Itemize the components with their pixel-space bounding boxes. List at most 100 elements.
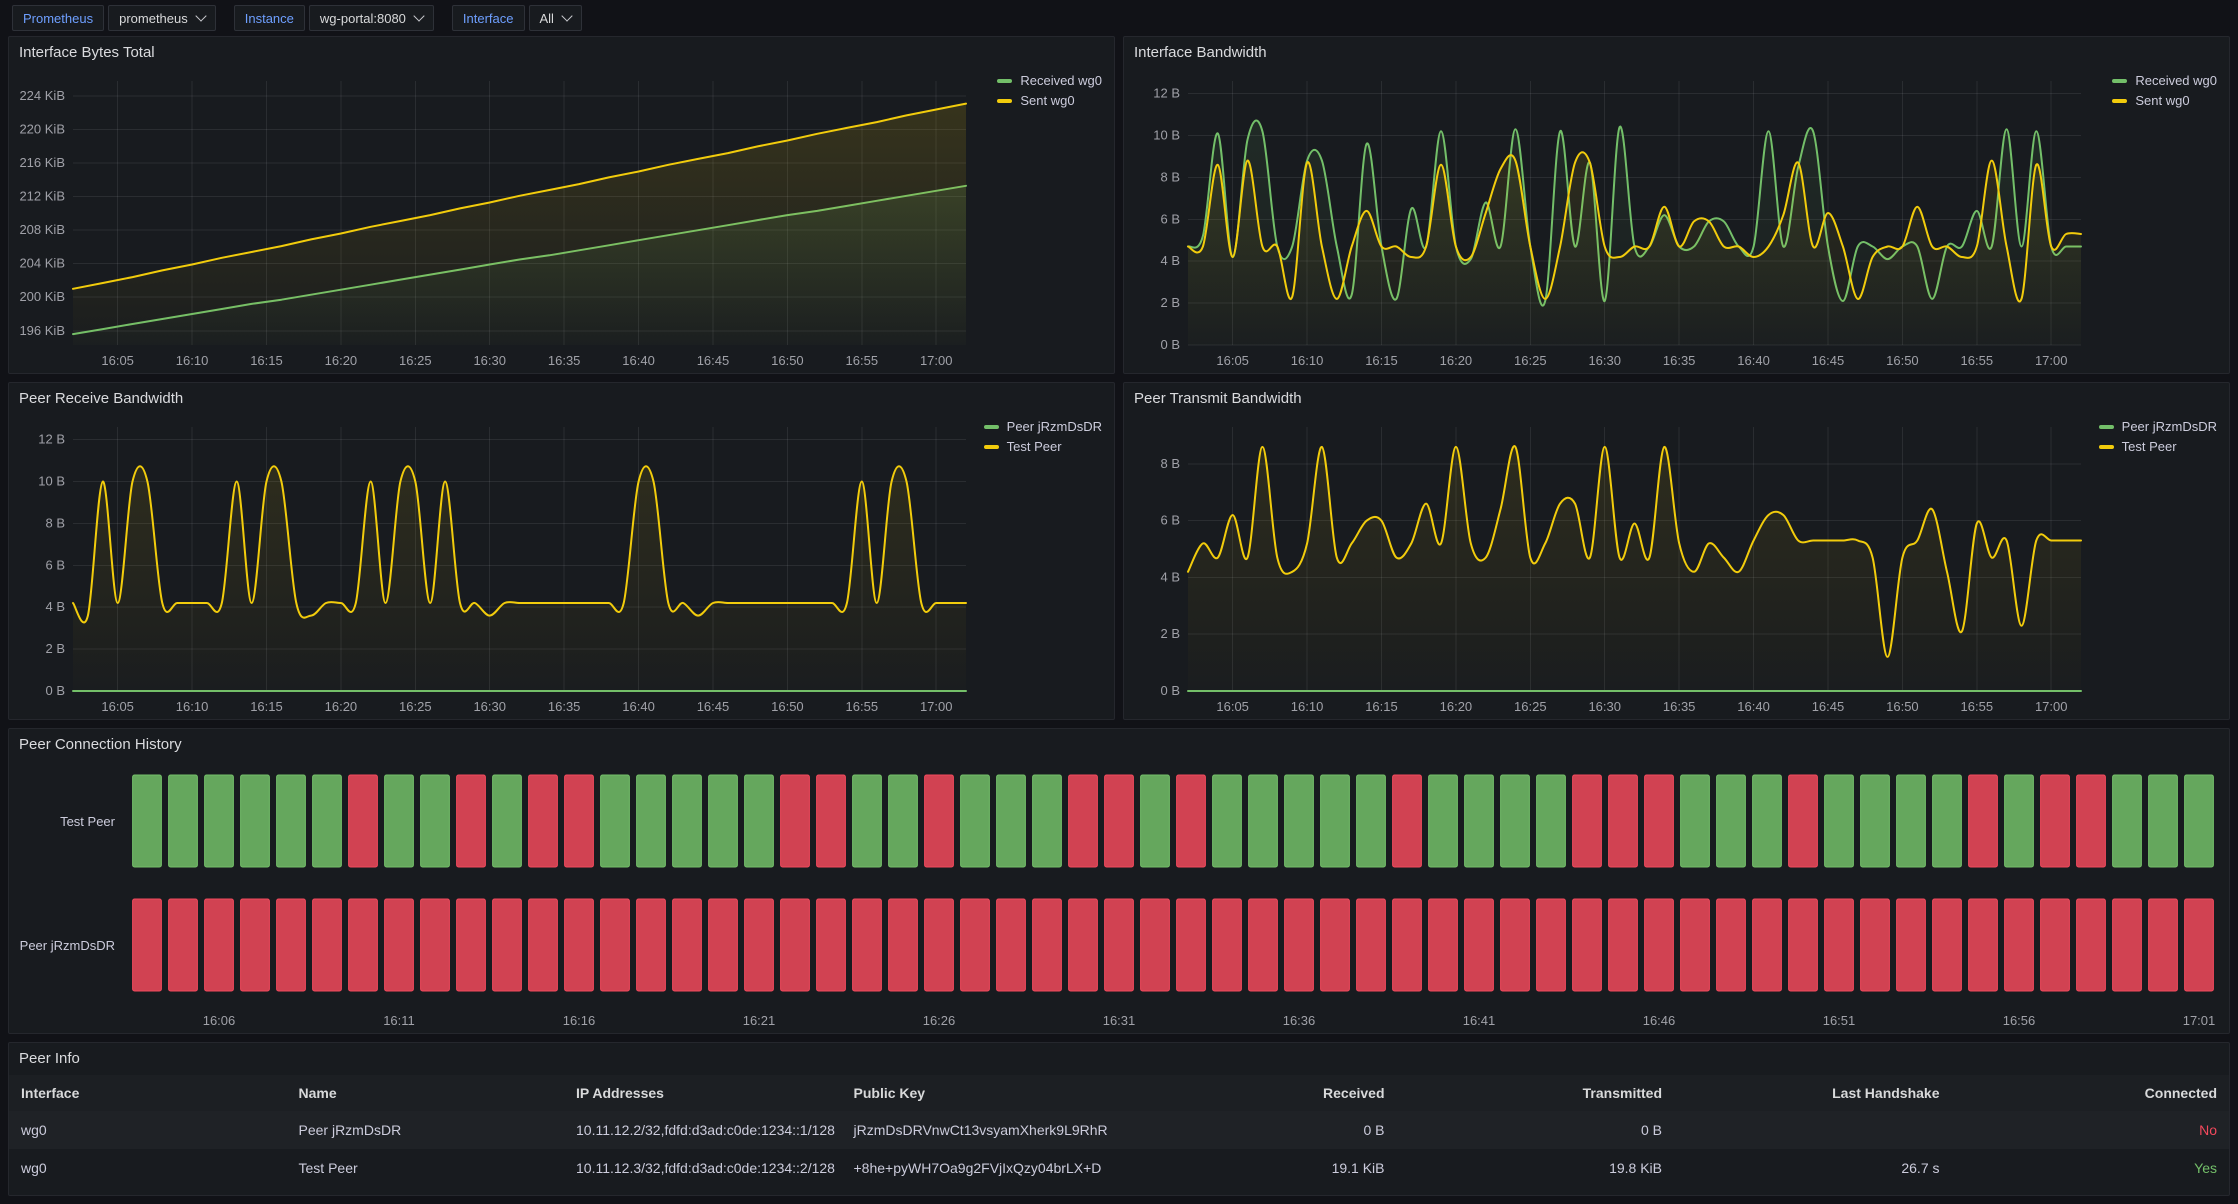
panel-row-1: Interface Bytes Total 196 KiB200 KiB204 … — [8, 36, 2230, 374]
svg-text:16:15: 16:15 — [250, 353, 283, 368]
legend-item[interactable]: Sent wg0 — [2112, 93, 2217, 108]
legend-item[interactable]: Received wg0 — [2112, 73, 2217, 88]
svg-text:16:10: 16:10 — [1291, 353, 1324, 368]
cell-public-key: jRzmDsDRVnwCt13vsyamXherk9L9RhR — [842, 1111, 1120, 1149]
svg-text:16:20: 16:20 — [325, 699, 358, 714]
panel-title[interactable]: Interface Bandwidth — [1124, 37, 2229, 67]
legend-item[interactable]: Sent wg0 — [997, 93, 1102, 108]
cell-connected: Yes — [1952, 1149, 2230, 1187]
svg-text:16:40: 16:40 — [622, 353, 655, 368]
svg-text:2 B: 2 B — [1160, 295, 1180, 310]
svg-text:6 B: 6 B — [1160, 513, 1180, 528]
legend-series-marker — [984, 425, 999, 429]
panel-title[interactable]: Interface Bytes Total — [9, 37, 1114, 67]
svg-text:6 B: 6 B — [1160, 211, 1180, 226]
cell-public-key: +8he+pyWH7Oa9g2FVjIxQzy04brLX+D — [842, 1149, 1120, 1187]
legend-item[interactable]: Received wg0 — [997, 73, 1102, 88]
column-header-interface[interactable]: Interface — [9, 1075, 287, 1111]
svg-text:16:45: 16:45 — [1812, 353, 1845, 368]
column-header-last-handshake[interactable]: Last Handshake — [1674, 1075, 1952, 1111]
svg-text:204 KiB: 204 KiB — [19, 256, 65, 271]
svg-text:Test Peer: Test Peer — [60, 814, 116, 829]
variable-value-instance[interactable]: wg-portal:8080 — [309, 5, 434, 31]
svg-text:17:00: 17:00 — [920, 353, 953, 368]
svg-text:16:35: 16:35 — [1663, 699, 1696, 714]
svg-text:16:50: 16:50 — [1886, 353, 1919, 368]
chart-legend: Received wg0 Sent wg0 — [2112, 73, 2217, 108]
legend-series-marker — [984, 445, 999, 449]
column-header-transmitted[interactable]: Transmitted — [1397, 1075, 1675, 1111]
svg-text:16:05: 16:05 — [101, 699, 134, 714]
svg-text:16:50: 16:50 — [771, 353, 804, 368]
column-header-name[interactable]: Name — [287, 1075, 565, 1111]
panel-peer-info: Peer Info InterfaceNameIP AddressesPubli… — [8, 1042, 2230, 1196]
legend-series-label: Received wg0 — [1020, 73, 1102, 88]
chart-legend: Peer jRzmDsDR Test Peer — [984, 419, 1102, 454]
chevron-down-icon — [561, 10, 572, 21]
svg-text:16:15: 16:15 — [1365, 353, 1398, 368]
svg-text:220 KiB: 220 KiB — [19, 122, 65, 137]
svg-text:16:15: 16:15 — [1365, 699, 1398, 714]
legend-series-label: Sent wg0 — [1020, 93, 1074, 108]
panel-title[interactable]: Peer Transmit Bandwidth — [1124, 383, 2229, 413]
svg-text:10 B: 10 B — [1153, 127, 1180, 142]
svg-text:16:20: 16:20 — [1440, 699, 1473, 714]
variable-value-interface[interactable]: All — [529, 5, 582, 31]
legend-series-label: Sent wg0 — [2135, 93, 2189, 108]
table-row: wg0Test Peer10.11.12.3/32,fdfd:d3ad:c0de… — [9, 1149, 2229, 1187]
peer-info-table: InterfaceNameIP AddressesPublic KeyRecei… — [9, 1075, 2229, 1187]
svg-text:16:20: 16:20 — [1440, 353, 1473, 368]
panel-title[interactable]: Peer Receive Bandwidth — [9, 383, 1114, 413]
svg-text:16:26: 16:26 — [923, 1013, 956, 1028]
peer-receive-bandwidth-chart[interactable]: 0 B2 B4 B6 B8 B10 B12 B16:0516:1016:1516… — [9, 413, 1114, 719]
svg-text:16:35: 16:35 — [1663, 353, 1696, 368]
legend-item[interactable]: Peer jRzmDsDR — [984, 419, 1102, 434]
interface-bytes-total-chart[interactable]: 196 KiB200 KiB204 KiB208 KiB212 KiB216 K… — [9, 67, 1114, 373]
variable-label-instance: Instance — [234, 5, 305, 31]
column-header-connected[interactable]: Connected — [1952, 1075, 2230, 1111]
legend-item[interactable]: Test Peer — [2099, 439, 2217, 454]
legend-series-marker — [997, 99, 1012, 103]
variable-instance: Instance wg-portal:8080 — [234, 5, 434, 31]
svg-text:0 B: 0 B — [45, 683, 65, 698]
variable-value-prometheus[interactable]: prometheus — [108, 5, 216, 31]
interface-bandwidth-chart[interactable]: 0 B2 B4 B6 B8 B10 B12 B16:0516:1016:1516… — [1124, 67, 2229, 373]
svg-text:224 KiB: 224 KiB — [19, 88, 65, 103]
peer-connection-history-timeline[interactable]: Test PeerPeer jRzmDsDR16:0616:1116:1616:… — [9, 759, 2229, 1033]
svg-text:16:50: 16:50 — [771, 699, 804, 714]
legend-series-marker — [2099, 445, 2114, 449]
svg-text:16:41: 16:41 — [1463, 1013, 1496, 1028]
legend-item[interactable]: Peer jRzmDsDR — [2099, 419, 2217, 434]
svg-text:16:55: 16:55 — [1961, 353, 1994, 368]
svg-text:16:55: 16:55 — [846, 353, 879, 368]
panel-title[interactable]: Peer Connection History — [9, 729, 2229, 759]
svg-text:12 B: 12 B — [1153, 86, 1180, 101]
svg-text:16:30: 16:30 — [1588, 699, 1621, 714]
svg-text:196 KiB: 196 KiB — [19, 323, 65, 338]
column-header-public-key[interactable]: Public Key — [842, 1075, 1120, 1111]
svg-text:16:20: 16:20 — [325, 353, 358, 368]
svg-text:16:56: 16:56 — [2003, 1013, 2036, 1028]
legend-series-label: Test Peer — [1007, 439, 1062, 454]
table-header-row: InterfaceNameIP AddressesPublic KeyRecei… — [9, 1075, 2229, 1111]
svg-text:8 B: 8 B — [45, 515, 65, 530]
svg-text:16:05: 16:05 — [1216, 353, 1249, 368]
svg-text:17:01: 17:01 — [2183, 1013, 2216, 1028]
legend-series-label: Received wg0 — [2135, 73, 2217, 88]
svg-text:16:16: 16:16 — [563, 1013, 596, 1028]
legend-item[interactable]: Test Peer — [984, 439, 1102, 454]
column-header-ip-addresses[interactable]: IP Addresses — [564, 1075, 842, 1111]
chart-legend: Peer jRzmDsDR Test Peer — [2099, 419, 2217, 454]
legend-series-label: Peer jRzmDsDR — [1007, 419, 1102, 434]
svg-text:16:55: 16:55 — [1961, 699, 1994, 714]
svg-text:16:11: 16:11 — [383, 1013, 415, 1028]
svg-text:17:00: 17:00 — [2035, 699, 2068, 714]
peer-transmit-bandwidth-chart[interactable]: 0 B2 B4 B6 B8 B16:0516:1016:1516:2016:25… — [1124, 413, 2229, 719]
svg-text:12 B: 12 B — [38, 432, 65, 447]
cell-name: Peer jRzmDsDR — [287, 1111, 565, 1149]
column-header-received[interactable]: Received — [1119, 1075, 1397, 1111]
legend-series-label: Test Peer — [2122, 439, 2177, 454]
svg-text:0 B: 0 B — [1160, 683, 1180, 698]
svg-text:10 B: 10 B — [38, 473, 65, 488]
panel-title[interactable]: Peer Info — [9, 1043, 2229, 1073]
